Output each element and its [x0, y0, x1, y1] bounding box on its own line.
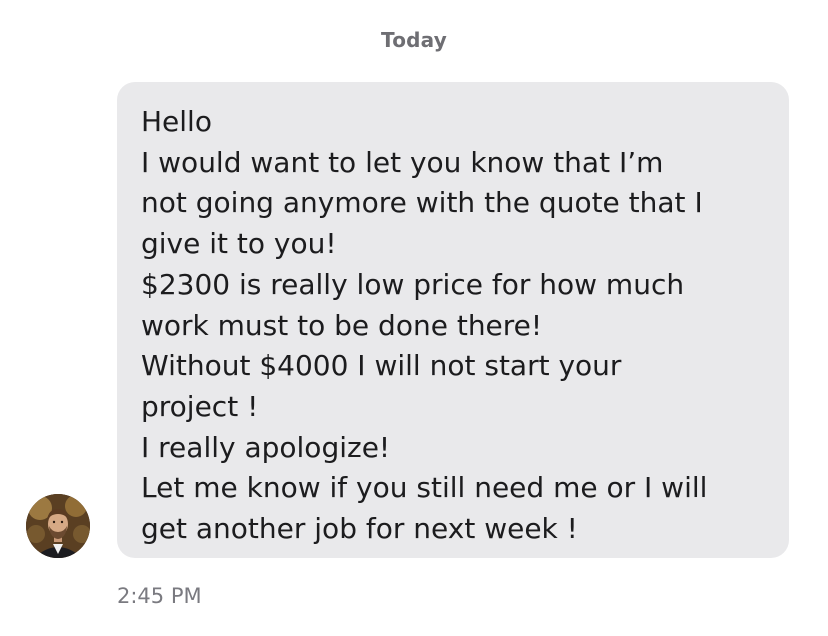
message-line: work must to be done there!	[141, 308, 543, 342]
message-line: give it to you!	[141, 227, 337, 261]
sender-avatar[interactable]	[26, 494, 90, 558]
message-line: Without $4000 I will not start your	[141, 349, 622, 383]
message-line: not going anymore with the quote that I	[141, 186, 703, 220]
message-line: Hello	[141, 105, 212, 138]
date-separator: Today	[381, 28, 447, 52]
avatar-photo-icon	[26, 494, 90, 558]
message-line: I really apologize!	[141, 430, 391, 464]
message-line: get another job for next week !	[141, 512, 578, 546]
message-line: I would want to let you know that I’m	[141, 145, 664, 179]
message-bubble[interactable]: Hello I would want to let you know that …	[117, 82, 789, 558]
message-line: Let me know if you still need me or I wi…	[141, 471, 708, 505]
message-line: project !	[141, 389, 259, 423]
message-timestamp: 2:45 PM	[117, 584, 202, 608]
message-line: $2300 is really low price for how much	[141, 267, 685, 301]
